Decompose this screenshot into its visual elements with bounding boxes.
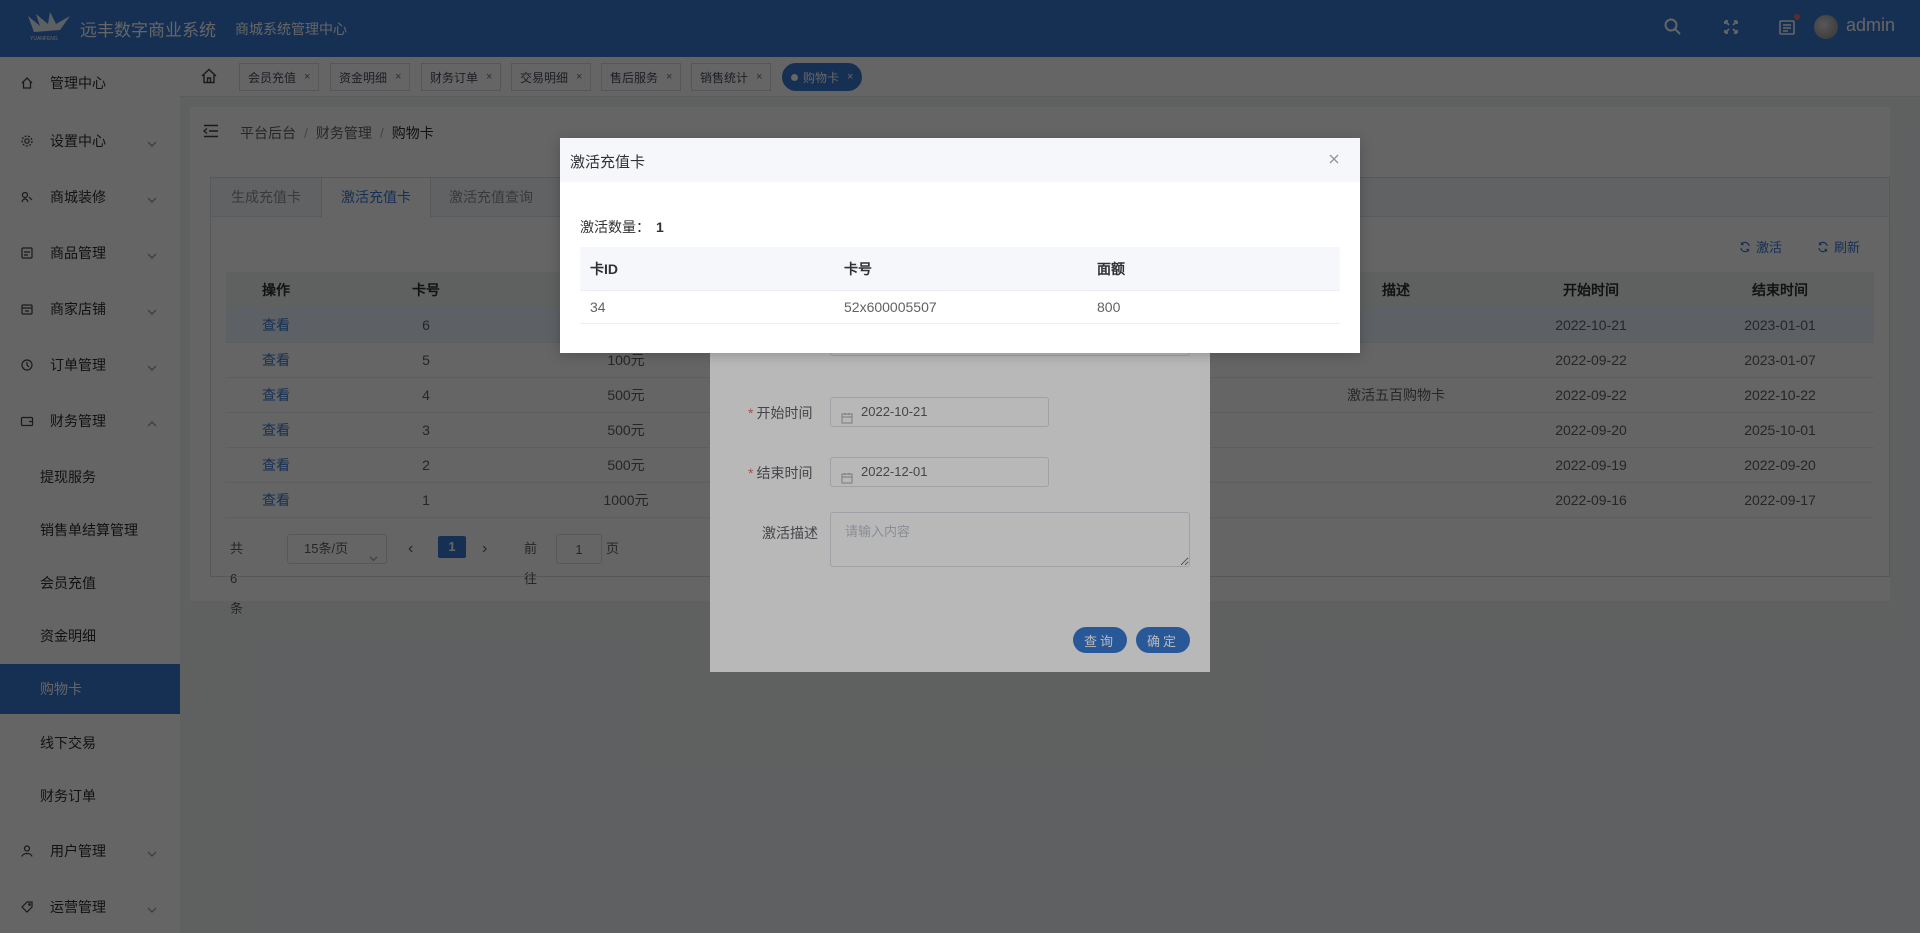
close-icon[interactable] bbox=[1327, 152, 1341, 166]
column-header: 卡ID bbox=[590, 261, 618, 277]
column-header: 面额 bbox=[1097, 261, 1125, 277]
dialog-title: 激活充值卡 bbox=[570, 154, 646, 171]
activate-card-dialog: 激活充值卡 激活数量： 1 卡ID 卡号 面额 34 52x600005507 8… bbox=[560, 138, 1360, 353]
column-header: 卡号 bbox=[844, 261, 872, 277]
dialog-header: 激活充值卡 bbox=[560, 138, 1360, 182]
activation-count: 激活数量： 1 bbox=[580, 219, 664, 235]
table-header: 卡ID 卡号 面额 bbox=[580, 247, 1340, 291]
table-row: 34 52x600005507 800 bbox=[580, 291, 1340, 324]
